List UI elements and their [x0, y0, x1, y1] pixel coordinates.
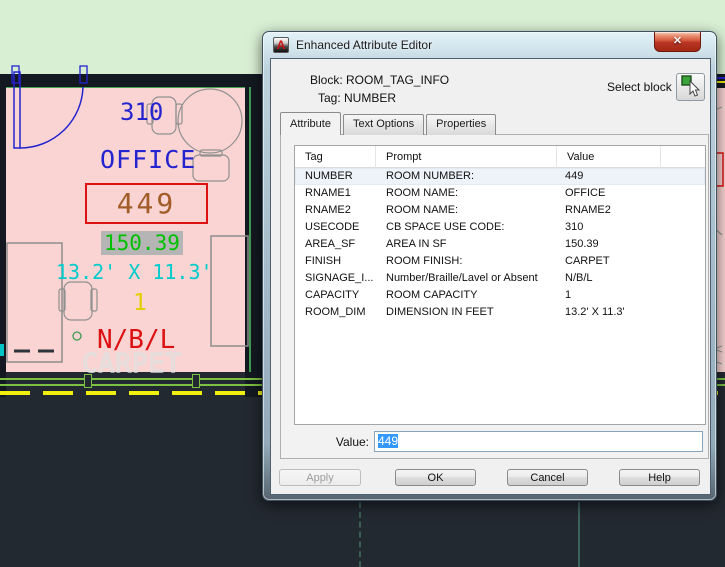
value-input[interactable]: 449 — [374, 431, 703, 452]
cancel-button[interactable]: Cancel — [507, 469, 588, 486]
attr-value: 13.2' X 11.3' — [565, 304, 703, 321]
attr-prompt: ROOM NAME: — [386, 185, 558, 202]
select-block-icon — [681, 75, 701, 97]
autocad-app-icon: A — [273, 37, 289, 53]
value-input-selected-text: 449 — [378, 434, 398, 448]
wall-right — [245, 74, 262, 397]
attr-value: CARPET — [565, 253, 703, 270]
attr-tag: ROOM_DIM — [305, 304, 375, 321]
attribute-table: Tag Prompt Value NUMBER ROOM NUMBER: 449… — [294, 145, 706, 425]
room-number-box: 449 — [85, 183, 208, 224]
tab-properties[interactable]: Properties — [426, 114, 496, 135]
attr-prompt: AREA IN SF — [386, 236, 558, 253]
attribute-row-finish[interactable]: FINISH ROOM FINISH: CARPET — [295, 253, 705, 270]
attr-tag: NUMBER — [305, 168, 375, 185]
close-icon: ✕ — [673, 35, 682, 47]
finish-text: CARPET — [82, 349, 182, 379]
block-name-label: Block: ROOM_TAG_INFO — [310, 73, 449, 87]
attr-tag: FINISH — [305, 253, 375, 270]
attr-tag: AREA_SF — [305, 236, 375, 253]
attribute-tab-panel: Tag Prompt Value NUMBER ROOM NUMBER: 449… — [280, 134, 709, 459]
attribute-row-rname2[interactable]: RNAME2 ROOM NAME: RNAME2 — [295, 202, 705, 219]
attribute-row-room-dim[interactable]: ROOM_DIM DIMENSION IN FEET 13.2' X 11.3' — [295, 304, 705, 321]
attribute-row-area-sf[interactable]: AREA_SF AREA IN SF 150.39 — [295, 236, 705, 253]
attribute-row-rname1[interactable]: RNAME1 ROOM NAME: OFFICE — [295, 185, 705, 202]
column-header-tag[interactable]: Tag — [295, 146, 376, 168]
autocad-drawing-canvas: 310 OFFICE 449 150.39 13.2' X 11.3' 1 N/… — [0, 0, 725, 567]
attribute-row-signage[interactable]: SIGNAGE_I... Number/Braille/Lavel or Abs… — [295, 270, 705, 287]
attr-tag: RNAME1 — [305, 185, 375, 202]
attribute-table-header: Tag Prompt Value — [295, 146, 705, 168]
enhanced-attribute-editor-dialog: A Enhanced Attribute Editor ✕ Block: ROO… — [262, 31, 717, 501]
attribute-row-usecode[interactable]: USECODE CB SPACE USE CODE: 310 — [295, 219, 705, 236]
attr-value: 449 — [565, 168, 703, 185]
attribute-table-body: NUMBER ROOM NUMBER: 449 RNAME1 ROOM NAME… — [295, 168, 705, 321]
attr-prompt: ROOM NAME: — [386, 202, 558, 219]
tab-attribute[interactable]: Attribute — [280, 112, 341, 135]
column-header-value[interactable]: Value — [557, 146, 661, 168]
dialog-client-area: Block: ROOM_TAG_INFO Tag: NUMBER Select … — [270, 58, 711, 495]
ok-button[interactable]: OK — [395, 469, 476, 486]
dialog-titlebar[interactable]: A Enhanced Attribute Editor ✕ — [263, 32, 716, 58]
dimension-text: 13.2' X 11.3' — [56, 260, 213, 284]
room-name-text: OFFICE — [100, 145, 196, 174]
apply-button[interactable]: Apply — [279, 469, 361, 486]
select-block-button[interactable] — [676, 73, 705, 101]
attr-value: 1 — [565, 287, 703, 304]
column-header-prompt[interactable]: Prompt — [376, 146, 557, 168]
attribute-row-capacity[interactable]: CAPACITY ROOM CAPACITY 1 — [295, 287, 705, 304]
attr-value: OFFICE — [565, 185, 703, 202]
wall-green-line — [249, 87, 251, 372]
attr-value: RNAME2 — [565, 202, 703, 219]
attr-prompt: ROOM CAPACITY — [386, 287, 558, 304]
attr-prompt: Number/Braille/Lavel or Absent — [386, 270, 558, 287]
attr-prompt: ROOM FINISH: — [386, 253, 558, 270]
grid-line-solid — [578, 502, 580, 567]
select-block-label: Select block — [607, 80, 672, 94]
attr-tag: RNAME2 — [305, 202, 375, 219]
tab-text-options[interactable]: Text Options — [343, 114, 424, 135]
attr-value: 310 — [565, 219, 703, 236]
use-code-text: 310 — [120, 98, 163, 126]
attr-value: 150.39 — [565, 236, 703, 253]
attr-tag: USECODE — [305, 219, 375, 236]
attr-value: N/B/L — [565, 270, 703, 287]
help-button[interactable]: Help — [619, 469, 700, 486]
attribute-row-number[interactable]: NUMBER ROOM NUMBER: 449 — [295, 168, 705, 185]
tag-name-label: Tag: NUMBER — [318, 91, 396, 105]
app-icon-letter: A — [277, 38, 286, 52]
area-text: 150.39 — [101, 231, 183, 255]
close-button[interactable]: ✕ — [654, 32, 701, 52]
dialog-title: Enhanced Attribute Editor — [296, 38, 432, 52]
column-header-filler — [661, 146, 705, 168]
door-jamb-green-2 — [192, 374, 200, 388]
capacity-text: 1 — [133, 290, 147, 316]
attr-prompt: DIMENSION IN FEET — [386, 304, 558, 321]
attr-prompt: CB SPACE USE CODE: — [386, 219, 558, 236]
value-label: Value: — [319, 435, 369, 449]
wall-cyan-accent — [0, 344, 4, 356]
room-number-text: 449 — [117, 187, 177, 220]
tab-strip: Attribute Text Options Properties — [280, 114, 496, 135]
grid-line-dashed — [359, 502, 361, 567]
attr-prompt: ROOM NUMBER: — [386, 168, 558, 185]
attr-tag: SIGNAGE_I... — [305, 270, 375, 287]
attr-tag: CAPACITY — [305, 287, 375, 304]
